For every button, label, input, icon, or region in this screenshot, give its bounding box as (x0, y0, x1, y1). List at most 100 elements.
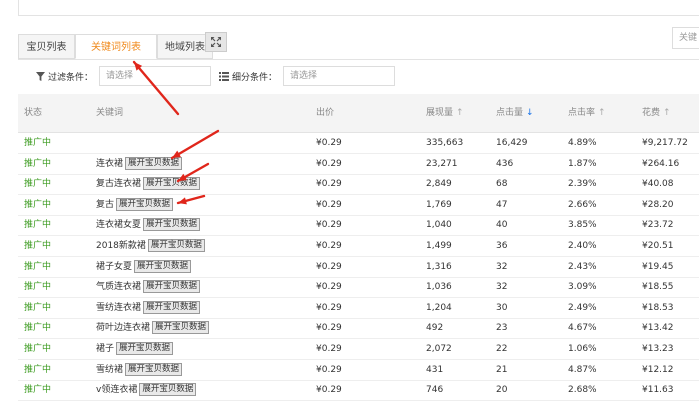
bid-cell: ¥0.29 (316, 298, 342, 318)
expand-item-data-button[interactable]: 展开宝贝数据 (143, 218, 201, 232)
col-clicks[interactable]: 点击量 ↓ (496, 94, 534, 132)
cost-cell-text: ¥11.63 (642, 385, 674, 396)
cost-cell: ¥19.45 (642, 257, 674, 277)
expand-item-data-button[interactable]: 展开宝贝数据 (147, 239, 205, 252)
bid-cell-text: ¥0.29 (316, 220, 342, 231)
keyword-search-input[interactable]: 关键 (672, 27, 699, 49)
keyword-cell: 裙子女夏 展开宝贝数据 (96, 257, 192, 277)
expand-item-data-button[interactable]: 展开宝贝数据 (139, 383, 197, 397)
impressions-cell-text: 746 (426, 385, 444, 396)
subdivide-label-text: 细分条件： (232, 72, 278, 83)
filter-label-text: 过滤条件： (48, 72, 94, 83)
status-cell: 推广中 (24, 257, 51, 277)
col-cost[interactable]: 花费 ↑ (642, 94, 671, 132)
filter-select[interactable] (99, 66, 212, 86)
keyword-cell: 裙子 展开宝贝数据 (96, 339, 174, 359)
impressions-cell-text: 1,204 (426, 302, 452, 313)
status-cell-text: 推广中 (24, 385, 52, 396)
bid-cell: ¥0.29 (316, 236, 342, 256)
sort-icon: ↑ (456, 108, 464, 118)
ctr-cell-text: 4.89% (568, 138, 597, 148)
bid-cell-text: ¥0.29 (316, 385, 342, 396)
tab-item-list[interactable]: 宝贝列表 (18, 34, 75, 59)
bid-cell-text: ¥0.29 (316, 158, 342, 169)
ctr-cell-text: 3.09% (568, 282, 597, 293)
clicks-cell-text: 40 (496, 220, 508, 231)
table-row: 推广中 连衣裙女夏 展开宝贝数据 ¥0.29 1,040 40 3.85% ¥23.72 (18, 215, 699, 237)
clicks-cell: 21 (496, 360, 507, 380)
bid-cell: ¥0.29 (316, 154, 342, 174)
fullscreen-button[interactable] (205, 32, 227, 52)
table-row: 推广中 ¥0.29 335,663 16,429 4.89% ¥9,217.72 (18, 133, 699, 154)
clicks-cell-text: 23 (496, 323, 508, 334)
cost-cell: ¥40.08 (642, 174, 674, 194)
table-row: 推广中 荷叶边连衣裙 展开宝贝数据 ¥0.29 492 23 4.67% ¥13.42 (18, 318, 699, 340)
ctr-cell-text: 2.43% (568, 261, 597, 272)
bid-cell: ¥0.29 (316, 360, 342, 380)
expand-item-data-button[interactable]: 展开宝贝数据 (134, 259, 192, 273)
status-cell-text: 推广中 (24, 282, 52, 293)
expand-item-data-button[interactable]: 展开宝贝数据 (143, 177, 201, 191)
cost-cell-text: ¥40.08 (642, 179, 674, 190)
impressions-cell: 746 (426, 380, 443, 400)
expand-item-data-button[interactable]: 展开宝贝数据 (116, 342, 174, 355)
bid-cell-text: ¥0.29 (316, 138, 342, 148)
keyword-cell: 连衣裙 展开宝贝数据 (96, 154, 183, 174)
cost-cell: ¥20.51 (642, 236, 674, 256)
expand-item-data-button[interactable]: 展开宝贝数据 (125, 362, 183, 376)
table-row: 推广中 裙子 展开宝贝数据 ¥0.29 2,072 22 1.06% ¥13.23 (18, 339, 699, 360)
impressions-cell: 1,316 (426, 257, 452, 277)
impressions-cell: 2,849 (426, 174, 452, 194)
ctr-cell: 3.85% (568, 215, 597, 235)
expand-item-data-button[interactable]: 展开宝贝数据 (152, 321, 210, 335)
impressions-cell: 2,072 (426, 339, 452, 359)
impressions-cell-text: 492 (426, 323, 444, 334)
cost-cell-text: ¥13.42 (642, 323, 674, 334)
keyword-cell-text: 复古 (96, 199, 115, 210)
tab-keyword-list[interactable]: 关键词列表 (75, 34, 157, 59)
cost-cell: ¥11.63 (642, 380, 674, 400)
status-cell-text: 推广中 (24, 364, 52, 375)
table-row: 推广中 气质连衣裙 展开宝贝数据 ¥0.29 1,036 32 3.09% ¥18.55 (18, 277, 699, 299)
impressions-cell: 1,204 (426, 298, 452, 318)
subdivide-select[interactable] (283, 66, 396, 86)
clicks-cell: 36 (496, 236, 507, 256)
cost-cell-text: ¥19.45 (642, 261, 674, 272)
ctr-cell: 2.68% (568, 380, 597, 400)
table-row: 推广中 复古 展开宝贝数据 ¥0.29 1,769 47 2.66% ¥28.20 (18, 195, 699, 216)
status-cell-text: 推广中 (24, 220, 52, 231)
col-impressions[interactable]: 展现量 ↑ (426, 94, 464, 132)
status-cell-text: 推广中 (24, 179, 52, 190)
expand-icon (211, 37, 221, 47)
expand-item-data-button[interactable]: 展开宝贝数据 (143, 280, 201, 294)
status-cell: 推广中 (24, 215, 51, 235)
expand-item-data-button[interactable]: 展开宝贝数据 (116, 197, 174, 211)
status-cell: 推广中 (24, 380, 51, 400)
keyword-cell-text: 连衣裙 (96, 158, 124, 169)
impressions-cell: 492 (426, 318, 443, 338)
bid-cell: ¥0.29 (316, 215, 342, 235)
impressions-cell: 23,271 (426, 154, 458, 174)
col-ctr-label: 点击率 (568, 108, 596, 118)
table-row: 推广中 雪纺裙 展开宝贝数据 ¥0.29 431 21 4.87% ¥12.12 (18, 360, 699, 381)
impressions-cell-text: 335,663 (426, 138, 464, 148)
clicks-cell: 30 (496, 298, 507, 318)
cost-cell-text: ¥12.12 (642, 364, 674, 375)
table-row: 推广中 复古连衣裙 展开宝贝数据 ¥0.29 2,849 68 2.39% ¥40.08 (18, 174, 699, 196)
status-cell-text: 推广中 (24, 323, 52, 334)
table-header: 状态 关键词 出价 展现量 ↑ 点击量 ↓ 点击率 ↑ 花费 ↑ (18, 94, 699, 133)
clicks-cell-text: 21 (496, 364, 508, 375)
ctr-cell: 3.09% (568, 277, 597, 297)
expand-item-data-button[interactable]: 展开宝贝数据 (125, 156, 183, 170)
status-cell-text: 推广中 (24, 158, 52, 169)
keyword-cell: 2018新款裙 展开宝贝数据 (96, 236, 205, 256)
col-keyword: 关键词 (96, 108, 124, 118)
impressions-cell-text: 1,036 (426, 282, 452, 293)
impressions-cell-text: 2,849 (426, 179, 452, 190)
expand-item-data-button[interactable]: 展开宝贝数据 (143, 300, 201, 314)
status-cell-text: 推广中 (24, 199, 52, 210)
ctr-cell-text: 4.87% (568, 364, 597, 375)
ctr-cell: 2.39% (568, 174, 597, 194)
col-ctr[interactable]: 点击率 ↑ (568, 94, 606, 132)
table-row: 推广中 裙子女夏 展开宝贝数据 ¥0.29 1,316 32 2.43% ¥19.45 (18, 257, 699, 278)
